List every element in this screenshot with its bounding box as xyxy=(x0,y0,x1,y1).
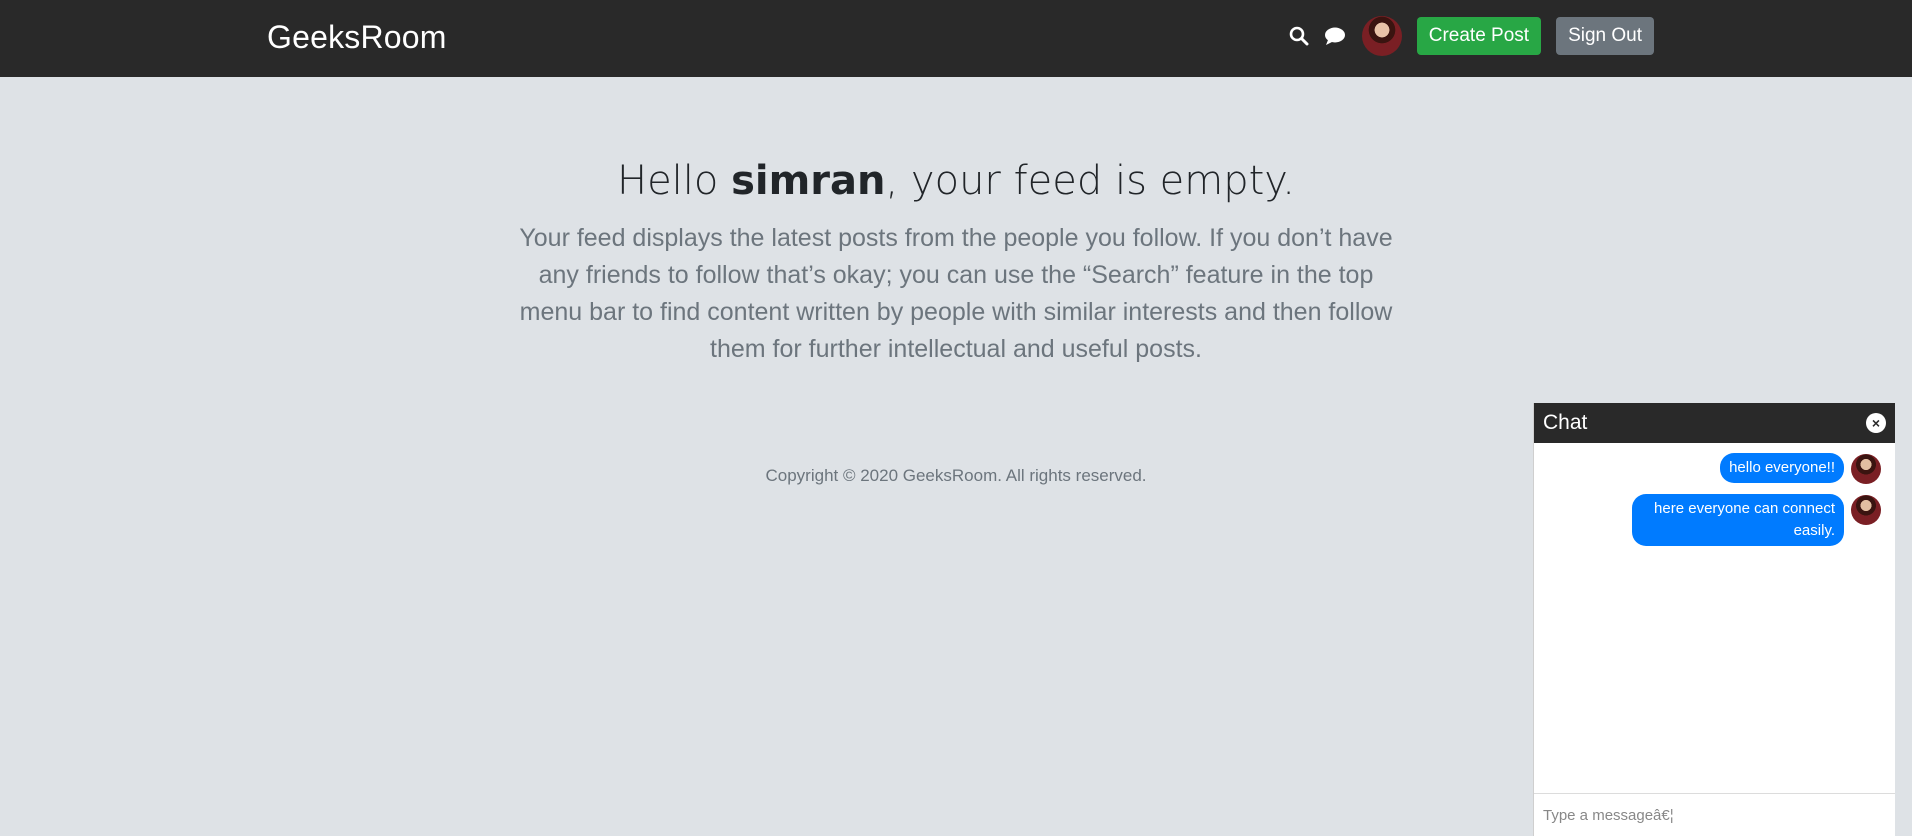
chat-log: hello everyone!! here everyone can conne… xyxy=(1534,443,1895,793)
chat-header: Chat × xyxy=(1534,403,1895,443)
sign-out-button[interactable]: Sign Out xyxy=(1556,17,1654,55)
top-navbar: GeeksRoom Create Post Sign Out xyxy=(0,0,1912,77)
chat-panel: Chat × hello everyone!! here everyone ca… xyxy=(1533,403,1895,836)
chat-message: here everyone can connect easily. xyxy=(1548,494,1881,546)
username: simran xyxy=(731,158,886,204)
brand-logo-link[interactable]: GeeksRoom xyxy=(267,18,447,56)
user-avatar[interactable] xyxy=(1361,16,1402,56)
search-icon[interactable] xyxy=(1286,23,1312,49)
empty-feed-hero: Hello simran, your feed is empty. Your f… xyxy=(456,150,1456,368)
feed-heading: Hello simran, your feed is empty. xyxy=(456,150,1456,212)
chat-icon[interactable] xyxy=(1322,23,1348,49)
greeting-suffix: , your feed is empty. xyxy=(885,158,1296,204)
message-avatar xyxy=(1851,495,1881,525)
navbar-actions: Create Post Sign Out xyxy=(1286,16,1654,56)
chat-message-input[interactable] xyxy=(1534,793,1895,836)
footer-copyright: Copyright © 2020 GeeksRoom. All rights r… xyxy=(765,466,1147,485)
create-post-button[interactable]: Create Post xyxy=(1416,17,1542,55)
chat-bubble: here everyone can connect easily. xyxy=(1632,494,1844,546)
close-icon[interactable]: × xyxy=(1866,413,1886,433)
chat-message: hello everyone!! xyxy=(1548,453,1881,484)
feed-description: Your feed displays the latest posts from… xyxy=(519,224,1393,363)
message-avatar xyxy=(1851,454,1881,484)
greeting-prefix: Hello xyxy=(616,158,732,204)
chat-bubble: hello everyone!! xyxy=(1720,453,1844,483)
chat-title: Chat xyxy=(1543,411,1588,434)
